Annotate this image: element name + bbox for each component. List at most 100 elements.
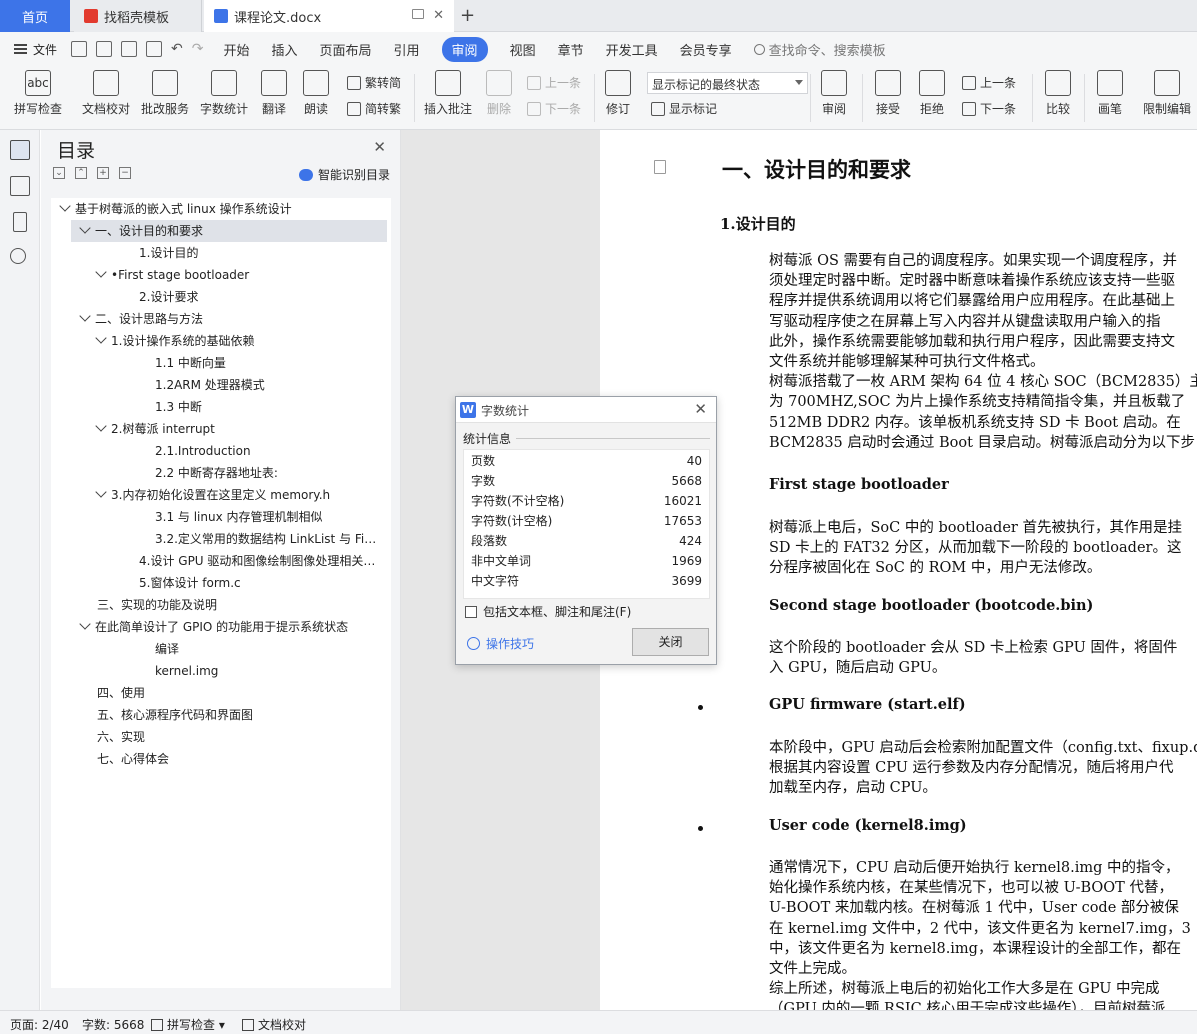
menu-view[interactable]: 视图: [510, 40, 536, 59]
toc-item[interactable]: 3.内存初始化设置在这里定义 memory.h: [51, 484, 381, 506]
close-button[interactable]: 关闭: [632, 628, 709, 656]
redo-icon[interactable]: ↷: [192, 41, 204, 57]
menu-page-layout[interactable]: 页面布局: [320, 40, 372, 59]
pen-button[interactable]: 画笔: [1092, 70, 1128, 117]
toc-item[interactable]: 3.2.定义常用的数据结构 LinkList 与 FiFo ...: [51, 528, 381, 550]
next-change-button[interactable]: 下一条: [962, 100, 1016, 117]
revise-button[interactable]: 修订: [600, 70, 636, 117]
tips-link[interactable]: 操作技巧: [467, 635, 534, 652]
toc-item[interactable]: 基于树莓派的嵌入式 linux 操作系统设计: [51, 198, 381, 220]
page-icon[interactable]: [654, 160, 666, 174]
accept-button[interactable]: 接受: [870, 70, 906, 117]
close-icon[interactable]: ✕: [373, 138, 386, 156]
chevron-down-icon[interactable]: [95, 486, 107, 498]
export-icon[interactable]: [96, 41, 113, 57]
toc-item[interactable]: 2.设计要求: [51, 286, 381, 308]
prev-comment-button[interactable]: 上一条: [527, 74, 581, 91]
next-comment-button[interactable]: 下一条: [527, 100, 581, 117]
outline-icon[interactable]: [10, 140, 30, 160]
bookmark-icon[interactable]: [13, 212, 27, 232]
include-footnotes-checkbox[interactable]: 包括文本框、脚注和尾注(F): [465, 603, 631, 620]
spellcheck-status[interactable]: 拼写检查 ▾: [151, 1016, 225, 1033]
toc-item[interactable]: 2.1.Introduction: [51, 440, 381, 462]
tab-templates[interactable]: 找稻壳模板: [74, 0, 202, 32]
restrict-edit-button[interactable]: 限制编辑: [1140, 70, 1194, 117]
spellcheck-button[interactable]: abc 拼写检查: [12, 70, 64, 117]
toc-item[interactable]: 四、使用: [51, 682, 381, 704]
toc-item[interactable]: 在此简单设计了 GPIO 的功能用于提示系统状态: [51, 616, 381, 638]
toc-item[interactable]: 5.窗体设计 form.c: [51, 572, 381, 594]
close-tab-icon[interactable]: ✕: [433, 8, 444, 23]
word-count-indicator[interactable]: 字数: 5668: [82, 1016, 144, 1033]
insert-comment-button[interactable]: 插入批注: [422, 70, 474, 117]
doc-check-button[interactable]: 文档校对: [80, 70, 132, 117]
batch-service-button[interactable]: 批改服务: [139, 70, 191, 117]
collapse-icon[interactable]: ⌄: [53, 167, 65, 179]
toc-item[interactable]: 编译: [51, 638, 381, 660]
toc-item[interactable]: 三、实现的功能及说明: [51, 594, 381, 616]
remove-icon[interactable]: −: [119, 167, 131, 179]
menu-insert[interactable]: 插入: [272, 40, 298, 59]
new-tab-icon[interactable]: +: [460, 5, 475, 26]
print-icon[interactable]: [121, 41, 138, 57]
add-icon[interactable]: +: [97, 167, 109, 179]
chevron-down-icon[interactable]: [79, 222, 91, 234]
menu-chapter[interactable]: 章节: [558, 40, 584, 59]
toc-item[interactable]: 五、核心源程序代码和界面图: [51, 704, 381, 726]
tab-document[interactable]: 课程论文.docx ✕: [204, 0, 454, 32]
toc-item[interactable]: 2.树莓派 interrupt: [51, 418, 381, 440]
page-indicator[interactable]: 页面: 2/40: [10, 1016, 69, 1033]
close-icon[interactable]: ✕: [694, 400, 707, 418]
translate-button[interactable]: 翻译: [256, 70, 292, 117]
chevron-down-icon[interactable]: [95, 266, 107, 278]
toc-item[interactable]: 1.设计目的: [51, 242, 381, 264]
toc-item[interactable]: 一、设计目的和要求: [71, 220, 387, 242]
prev-change-button[interactable]: 上一条: [962, 74, 1016, 91]
file-menu[interactable]: 文件: [14, 41, 57, 58]
toc-item[interactable]: kernel.img: [51, 660, 381, 682]
markup-state-select[interactable]: 显示标记的最终状态: [647, 72, 808, 94]
menu-membership[interactable]: 会员专享: [680, 40, 732, 59]
toc-item[interactable]: 1.设计操作系统的基础依赖: [51, 330, 381, 352]
toc-item[interactable]: 3.1 与 linux 内存管理机制相似: [51, 506, 381, 528]
toc-item[interactable]: 七、心得体会: [51, 748, 381, 770]
menu-developer[interactable]: 开发工具: [606, 40, 658, 59]
toc-item[interactable]: 4.设计 GPU 驱动和图像绘制图像处理相关函 ...: [51, 550, 381, 572]
toc-item[interactable]: 2.2 中断寄存器地址表:: [51, 462, 381, 484]
preview-icon[interactable]: [146, 41, 163, 57]
chevron-down-icon[interactable]: [79, 618, 91, 630]
toc-item[interactable]: 1.1 中断向量: [51, 352, 381, 374]
save-icon[interactable]: [71, 41, 88, 57]
command-search[interactable]: 查找命令、搜索模板: [753, 40, 886, 59]
search-icon[interactable]: [10, 248, 26, 264]
toc-item[interactable]: 二、设计思路与方法: [51, 308, 381, 330]
toc-item[interactable]: 1.2ARM 处理器模式: [51, 374, 381, 396]
chevron-down-icon[interactable]: [95, 332, 107, 344]
doc-check-status[interactable]: 文档校对: [242, 1016, 306, 1033]
chevron-down-icon[interactable]: [59, 200, 71, 212]
toc-item[interactable]: 六、实现: [51, 726, 381, 748]
word-count-button[interactable]: 字数统计: [198, 70, 250, 117]
menu-start[interactable]: 开始: [223, 40, 249, 59]
menu-review[interactable]: 审阅: [441, 36, 488, 62]
read-aloud-button[interactable]: 朗读: [300, 70, 332, 117]
chevron-down-icon[interactable]: [95, 420, 107, 432]
toc-item[interactable]: •First stage bootloader: [51, 264, 381, 286]
delete-comment-button[interactable]: 删除: [480, 70, 518, 117]
chapter-icon[interactable]: [10, 176, 30, 196]
show-markup-button[interactable]: 显示标记: [651, 100, 717, 117]
menu-references[interactable]: 引用: [394, 40, 420, 59]
toc-item[interactable]: 1.3 中断: [51, 396, 381, 418]
chevron-down-icon[interactable]: [79, 310, 91, 322]
compare-button[interactable]: 比较: [1040, 70, 1076, 117]
review-button[interactable]: 审阅: [816, 70, 852, 117]
reject-button[interactable]: 拒绝: [914, 70, 950, 117]
simp-to-trad-button[interactable]: 简转繁: [347, 100, 401, 117]
expand-icon[interactable]: ⌃: [75, 167, 87, 179]
trad-to-simp-button[interactable]: 繁转简: [347, 74, 401, 91]
stat-label: 页数: [471, 454, 496, 468]
undo-icon[interactable]: ↶: [171, 41, 183, 57]
smart-toc-button[interactable]: 智能识别目录: [298, 166, 390, 183]
window-icon[interactable]: [412, 9, 424, 19]
tab-home[interactable]: 首页: [0, 0, 70, 32]
